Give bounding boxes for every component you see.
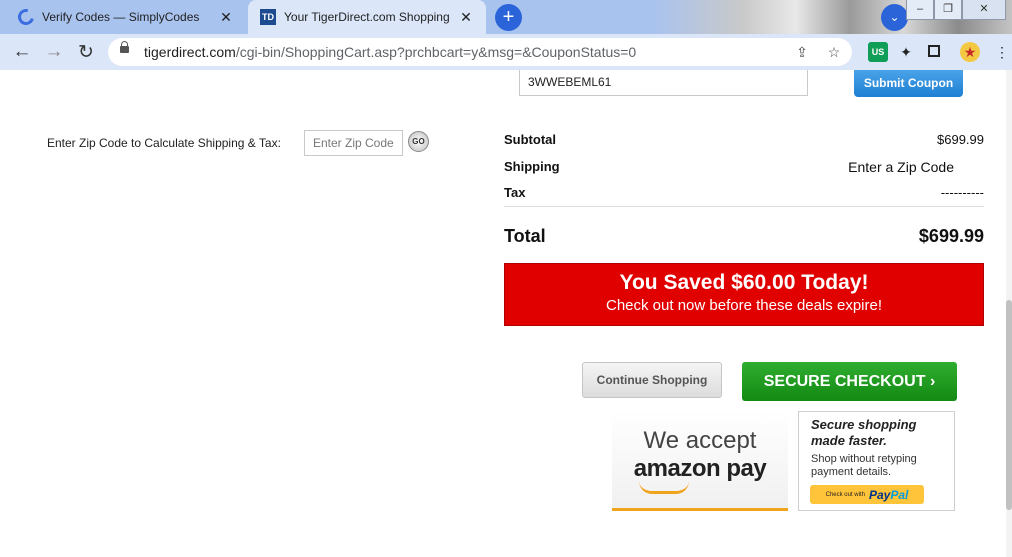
tab-title: Your TigerDirect.com Shopping C — [284, 10, 450, 24]
close-tab-icon[interactable]: ✕ — [218, 9, 234, 26]
savings-title: You Saved $60.00 Today! — [619, 271, 869, 294]
summary-divider — [504, 206, 984, 207]
zip-go-button[interactable]: GO — [408, 131, 429, 152]
lock-icon[interactable] — [120, 41, 129, 53]
tab-simplycodes[interactable]: Verify Codes — SimplyCodes ✕ — [6, 0, 246, 34]
new-tab-button[interactable]: + — [495, 4, 522, 31]
window-close-icon[interactable]: ✕ — [962, 0, 1006, 20]
tab-title: Verify Codes — SimplyCodes — [42, 10, 200, 24]
continue-shopping-button[interactable]: Continue Shopping — [582, 362, 722, 398]
forward-arrow-icon[interactable]: → — [40, 38, 68, 66]
paypal-checkout-button[interactable]: Check out with PayPal — [810, 485, 924, 504]
profile-avatar[interactable]: ★ — [960, 42, 980, 62]
window-controls: – ❐ ✕ — [906, 0, 1006, 20]
total-label: Total — [504, 226, 546, 246]
tax-label: Tax — [504, 185, 526, 200]
simplycodes-favicon-icon — [15, 6, 37, 28]
paypal-subtitle: Shop without retyping payment details. — [811, 453, 917, 478]
paypal-title: Secure shopping made faster. — [811, 417, 917, 448]
paypal-panel: Secure shopping made faster. Shop withou… — [798, 411, 955, 511]
paypal-logo: PayPal — [868, 487, 909, 502]
amazon-pay-button[interactable]: We accept amazon pay — [612, 411, 788, 511]
tab-tigerdirect[interactable]: TD Your TigerDirect.com Shopping C ✕ — [248, 0, 486, 34]
total-value: $699.99 — [918, 226, 984, 246]
submit-coupon-button[interactable]: Submit Coupon — [854, 70, 963, 97]
paypal-button-prefix: Check out with — [825, 491, 865, 498]
extension-us-icon[interactable]: US — [868, 42, 888, 62]
subtotal-label: Subtotal — [504, 132, 556, 147]
page-scrollbar[interactable] — [1006, 70, 1012, 557]
secure-checkout-button[interactable]: SECURE CHECKOUT › — [742, 362, 957, 401]
reload-icon[interactable]: ↻ — [72, 38, 100, 66]
minimize-icon[interactable]: – — [906, 0, 934, 20]
savings-subtitle: Check out now before these deals expire! — [606, 297, 882, 314]
address-bar[interactable]: tigerdirect.com/cgi-bin/ShoppingCart.asp… — [108, 38, 852, 66]
url-text: tigerdirect.com/cgi-bin/ShoppingCart.asp… — [144, 44, 637, 60]
restore-icon[interactable]: ❐ — [934, 0, 962, 20]
tax-value: ---------- — [940, 185, 984, 200]
back-arrow-icon[interactable]: ← — [8, 38, 36, 66]
share-icon[interactable]: ⇪ — [792, 42, 812, 62]
tab-search-chevron-icon[interactable]: ⌄ — [881, 4, 908, 31]
menu-kebab-icon[interactable]: ⋮ — [992, 42, 1012, 62]
scrollbar-thumb[interactable] — [1006, 300, 1012, 510]
extensions-puzzle-icon[interactable]: ✦ — [896, 42, 916, 62]
tab-strip: Verify Codes — SimplyCodes ✕ TD Your Tig… — [0, 0, 1012, 34]
bookmark-star-icon[interactable]: ☆ — [824, 42, 844, 62]
close-tab-icon[interactable]: ✕ — [458, 9, 474, 26]
shipping-value: Enter a Zip Code — [848, 159, 954, 175]
tigerdirect-favicon-icon: TD — [260, 9, 276, 25]
savings-banner: You Saved $60.00 Today! Check out now be… — [504, 263, 984, 326]
zip-code-label: Enter Zip Code to Calculate Shipping & T… — [47, 136, 281, 150]
side-panel-icon[interactable] — [928, 45, 940, 57]
zip-code-input[interactable]: Enter Zip Code — [304, 130, 403, 156]
amazon-pay-logo: amazon pay — [633, 455, 767, 482]
shipping-label: Shipping — [504, 159, 560, 174]
coupon-code-input[interactable]: 3WWEBEML61 — [519, 70, 808, 96]
amazon-smile-icon — [639, 481, 689, 494]
browser-toolbar: ← → ↻ tigerdirect.com/cgi-bin/ShoppingCa… — [0, 34, 1012, 70]
subtotal-value: $699.99 — [937, 132, 984, 147]
amazon-accept-text: We accept — [643, 427, 757, 454]
